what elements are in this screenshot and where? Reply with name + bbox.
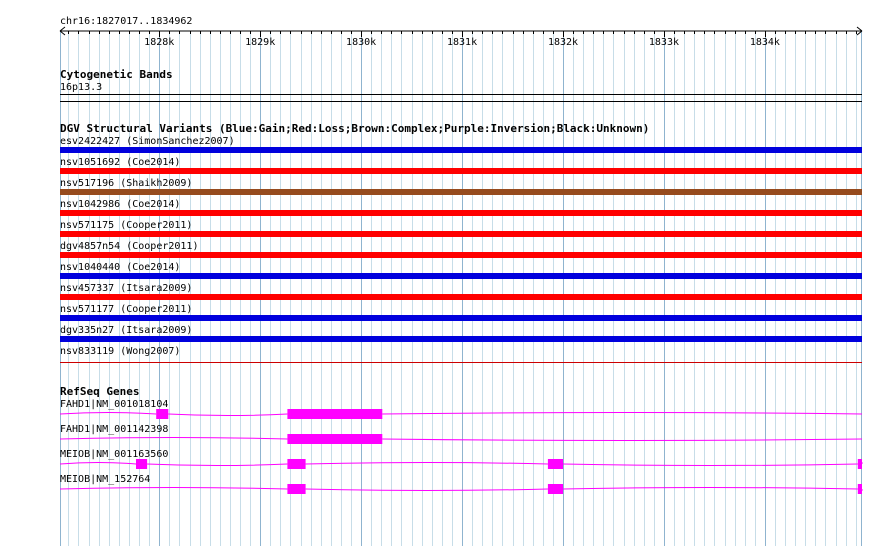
ruler-label: 1831k: [447, 37, 477, 48]
dgv-variant-bar[interactable]: [60, 315, 862, 321]
gene-exon[interactable]: [287, 434, 383, 444]
dgv-variant-label: nsv1040440 (Coe2014): [60, 262, 180, 273]
gene-intron-line: [59, 437, 863, 441]
dgv-variant-label: nsv571177 (Cooper2011): [60, 304, 192, 315]
dgv-variant-label: nsv571175 (Cooper2011): [60, 220, 192, 231]
region-label: chr16:1827017..1834962: [60, 16, 192, 27]
dgv-variant-label: nsv1042986 (Coe2014): [60, 199, 180, 210]
dgv-variant-bar[interactable]: [60, 210, 862, 216]
dgv-variant[interactable]: nsv571175 (Cooper2011): [60, 220, 862, 237]
gene-exon[interactable]: [857, 459, 862, 469]
dgv-variant-bar[interactable]: [60, 252, 862, 258]
gene-exon[interactable]: [547, 484, 563, 494]
gene-exon[interactable]: [857, 484, 862, 494]
dgv-variant-label: esv2422427 (SimonSanchez2007): [60, 136, 235, 147]
gene-exon[interactable]: [287, 409, 383, 419]
refseq-track-title: RefSeq Genes: [60, 385, 139, 398]
refseq-gene-label: MEIOB|NM_152764: [60, 474, 150, 485]
ruler-label: 1830k: [346, 37, 376, 48]
dgv-variant-bar[interactable]: [60, 231, 862, 237]
gene-intron-line: [59, 462, 863, 466]
cytoband-track-title: Cytogenetic Bands: [60, 68, 173, 81]
dgv-variant-label: nsv457337 (Itsara2009): [60, 283, 192, 294]
ruler-label: 1834k: [750, 37, 780, 48]
dgv-variant-bar[interactable]: [60, 273, 862, 279]
dgv-variant[interactable]: nsv833119 (Wong2007): [60, 346, 862, 363]
genome-browser-view[interactable]: chr16:1827017..1834962 1828k 1829k 1830k 18…: [0, 0, 890, 546]
refseq-gene[interactable]: FAHD1|NM_001142398: [59, 424, 863, 444]
dgv-variant-label: dgv4857n54 (Cooper2011): [60, 241, 198, 252]
refseq-gene[interactable]: MEIOB|NM_001163560: [59, 449, 863, 469]
dgv-variant[interactable]: nsv1051692 (Coe2014): [60, 157, 862, 174]
ruler-track[interactable]: chr16:1827017..1834962 1828k 1829k 1830k 18…: [59, 16, 863, 48]
dgv-variant-bar[interactable]: [60, 168, 862, 174]
dgv-variant[interactable]: nsv1042986 (Coe2014): [60, 199, 862, 216]
dgv-variant-label: nsv517196 (Shaikh2009): [60, 178, 192, 189]
refseq-gene[interactable]: MEIOB|NM_152764: [59, 474, 863, 494]
dgv-variant-bar[interactable]: [60, 294, 862, 300]
refseq-track[interactable]: RefSeq Genes FAHD1|NM_001018104 FAHD1|NM_…: [59, 385, 863, 494]
ruler-label: 1828k: [144, 37, 174, 48]
ruler-label: 1833k: [649, 37, 679, 48]
gene-exon[interactable]: [136, 459, 148, 469]
dgv-variant-label: dgv335n27 (Itsara2009): [60, 325, 192, 336]
dgv-variant[interactable]: dgv4857n54 (Cooper2011): [60, 241, 862, 258]
dgv-variant-bar[interactable]: [60, 336, 862, 342]
dgv-variant[interactable]: dgv335n27 (Itsara2009): [60, 325, 862, 342]
dgv-variant-bar[interactable]: [60, 147, 862, 153]
cytoband-track[interactable]: Cytogenetic Bands 16p13.3: [60, 68, 862, 102]
gene-exon[interactable]: [547, 459, 563, 469]
dgv-variant[interactable]: nsv1040440 (Coe2014): [60, 262, 862, 279]
dgv-variant-bar[interactable]: [60, 362, 862, 363]
dgv-track[interactable]: DGV Structural Variants (Blue:Gain;Red:L…: [60, 122, 862, 363]
cytoband-label: 16p13.3: [60, 82, 102, 93]
dgv-variant-label: nsv833119 (Wong2007): [60, 346, 180, 357]
ruler-label: 1832k: [548, 37, 578, 48]
dgv-track-title: DGV Structural Variants (Blue:Gain;Red:L…: [60, 122, 649, 135]
gene-intron-line: [59, 412, 863, 416]
gene-exon[interactable]: [287, 484, 306, 494]
refseq-gene-label: FAHD1|NM_001018104: [60, 399, 168, 410]
dgv-variant-label: nsv1051692 (Coe2014): [60, 157, 180, 168]
dgv-variant[interactable]: nsv457337 (Itsara2009): [60, 283, 862, 300]
refseq-gene-label: MEIOB|NM_001163560: [60, 449, 168, 460]
gene-exon[interactable]: [287, 459, 306, 469]
refseq-gene[interactable]: FAHD1|NM_001018104: [59, 399, 863, 419]
gene-intron-line: [59, 487, 863, 491]
dgv-variant[interactable]: nsv571177 (Cooper2011): [60, 304, 862, 321]
gene-exon[interactable]: [156, 409, 169, 419]
ruler-label: 1829k: [245, 37, 275, 48]
dgv-variant[interactable]: nsv517196 (Shaikh2009): [60, 178, 862, 195]
refseq-gene-label: FAHD1|NM_001142398: [60, 424, 168, 435]
dgv-variant[interactable]: esv2422427 (SimonSanchez2007): [60, 136, 862, 153]
dgv-variant-bar[interactable]: [60, 189, 862, 195]
